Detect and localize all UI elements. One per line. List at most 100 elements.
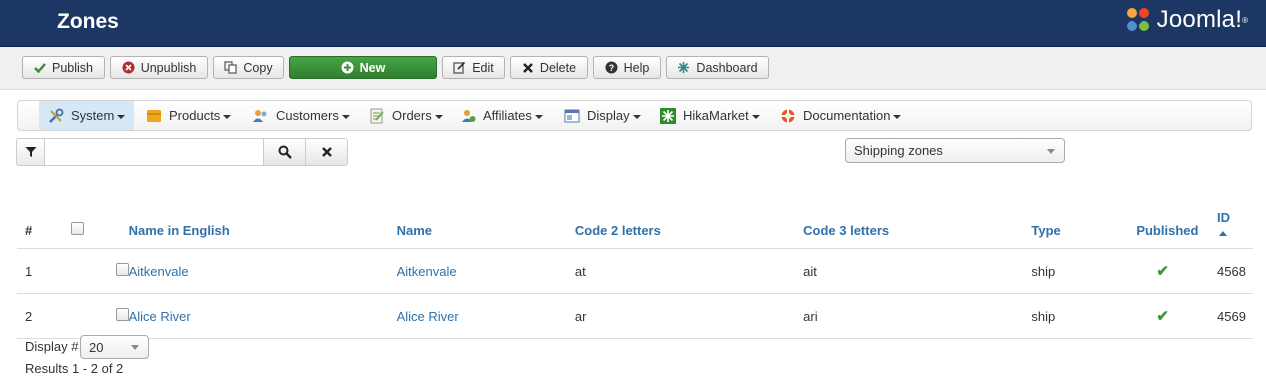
search-input[interactable] <box>44 138 264 166</box>
dashboard-button[interactable]: Dashboard <box>666 56 769 79</box>
row-published-toggle[interactable]: ✔ <box>1136 248 1218 294</box>
menu-affiliates[interactable]: Affiliates <box>460 101 543 130</box>
col-code3[interactable]: Code 3 letters <box>803 186 1032 249</box>
filter-toggle-button[interactable] <box>16 138 45 166</box>
customers-icon <box>252 108 269 124</box>
row-type: ship <box>1031 293 1137 339</box>
published-check-icon: ✔ <box>1156 263 1169 280</box>
menu-system-label: System <box>71 108 115 123</box>
table-header-row: # Name in English Name Code 2 letters Co… <box>17 186 1253 249</box>
check-icon <box>34 62 46 74</box>
row-checkbox[interactable] <box>115 263 129 276</box>
menu-documentation[interactable]: Documentation <box>780 101 902 130</box>
joomla-logo-icon <box>1126 8 1149 31</box>
zones-table: # Name in English Name Code 2 letters Co… <box>17 186 1253 339</box>
menu-customers-label: Customers <box>276 108 339 123</box>
row-code2: at <box>574 248 804 294</box>
col-code2[interactable]: Code 2 letters <box>574 186 804 249</box>
clear-search-button[interactable] <box>305 138 348 166</box>
chevron-down-icon <box>117 114 126 119</box>
dashboard-label: Dashboard <box>696 60 758 75</box>
row-id: 4569 <box>1217 293 1253 339</box>
publish-label: Publish <box>52 60 93 75</box>
publish-button[interactable]: Publish <box>22 56 105 79</box>
sort-asc-icon <box>1219 231 1228 236</box>
row-name-english-link[interactable]: Aitkenvale <box>128 248 397 294</box>
copy-button[interactable]: Copy <box>213 56 284 79</box>
menu-affiliates-label: Affiliates <box>483 108 532 123</box>
col-type[interactable]: Type <box>1031 186 1137 249</box>
menu-display[interactable]: Display <box>564 101 641 130</box>
col-select-all <box>61 186 129 249</box>
display-limit-label: Display # <box>25 339 79 354</box>
affiliates-icon <box>460 108 476 124</box>
header-bar: Zones Joomla! ® <box>0 0 1266 47</box>
menu-hikamarket[interactable]: HikaMarket <box>660 101 760 130</box>
col-id[interactable]: ID <box>1217 186 1253 249</box>
edit-button[interactable]: Edit <box>442 56 505 79</box>
delete-label: Delete <box>539 60 577 75</box>
col-name-english[interactable]: Name in English <box>128 186 397 249</box>
col-name[interactable]: Name <box>396 186 575 249</box>
new-button[interactable]: New <box>289 56 437 79</box>
lifebuoy-icon <box>780 108 796 124</box>
row-code3: ari <box>803 293 1032 339</box>
col-number: # <box>17 186 62 249</box>
unpublish-icon <box>122 61 135 74</box>
dropdown-arrow-icon <box>131 345 139 350</box>
table-row: 1 Aitkenvale Aitkenvale at ait ship ✔ 45… <box>17 248 1253 294</box>
display-icon <box>564 108 580 124</box>
row-id: 4568 <box>1217 248 1253 294</box>
row-select <box>61 248 129 294</box>
col-id-label: ID <box>1217 210 1231 225</box>
row-select <box>61 293 129 339</box>
page-title: Zones <box>57 10 119 33</box>
menu-products-label: Products <box>169 108 221 123</box>
select-all-checkbox[interactable] <box>70 222 84 235</box>
toolbar: Publish Unpublish Copy New Edit Delete ?… <box>0 47 1266 90</box>
products-icon <box>146 108 162 124</box>
svg-text:?: ? <box>608 63 614 73</box>
row-type: ship <box>1031 248 1137 294</box>
table-row: 2 Alice River Alice River ar ari ship ✔ … <box>17 293 1253 339</box>
menu-display-label: Display <box>587 108 630 123</box>
dashboard-icon <box>677 61 690 74</box>
col-published[interactable]: Published <box>1136 186 1218 249</box>
joomla-logo[interactable]: Joomla! ® <box>1123 5 1248 35</box>
menu-orders[interactable]: Orders <box>369 101 443 130</box>
help-button[interactable]: ? Help <box>593 56 661 79</box>
delete-x-icon <box>522 62 534 74</box>
close-icon <box>321 147 332 157</box>
row-name-link[interactable]: Aitkenvale <box>396 248 575 294</box>
menu-products[interactable]: Products <box>146 101 232 130</box>
chevron-down-icon <box>534 114 543 119</box>
row-name-english-link[interactable]: Alice River <box>128 293 397 339</box>
row-code3: ait <box>803 248 1032 294</box>
main-menu: System Products Customers Orders Affilia… <box>17 100 1252 131</box>
row-number: 2 <box>17 293 62 339</box>
menu-hikamarket-label: HikaMarket <box>683 108 749 123</box>
display-limit-select[interactable]: 20 <box>80 335 149 359</box>
plus-circle-icon <box>341 61 354 74</box>
search-button[interactable] <box>263 138 306 166</box>
menu-customers[interactable]: Customers <box>252 101 350 130</box>
chevron-down-icon <box>751 114 760 119</box>
display-limit-value: 20 <box>89 339 104 355</box>
orders-icon <box>369 108 385 124</box>
row-published-toggle[interactable]: ✔ <box>1136 293 1218 339</box>
unpublish-button[interactable]: Unpublish <box>110 56 208 79</box>
new-label: New <box>359 60 386 75</box>
menu-documentation-label: Documentation <box>803 108 891 123</box>
zone-type-select[interactable]: Shipping zones <box>845 138 1065 163</box>
row-name-link[interactable]: Alice River <box>396 293 575 339</box>
row-checkbox[interactable] <box>115 308 129 321</box>
delete-button[interactable]: Delete <box>510 56 588 79</box>
chevron-down-icon <box>632 114 641 119</box>
unpublish-label: Unpublish <box>140 60 197 75</box>
tools-icon <box>48 108 64 124</box>
dropdown-arrow-icon <box>1047 149 1055 154</box>
copy-label: Copy <box>243 60 273 75</box>
chevron-down-icon <box>434 114 443 119</box>
menu-system[interactable]: System <box>39 101 135 130</box>
copy-icon <box>224 61 238 74</box>
